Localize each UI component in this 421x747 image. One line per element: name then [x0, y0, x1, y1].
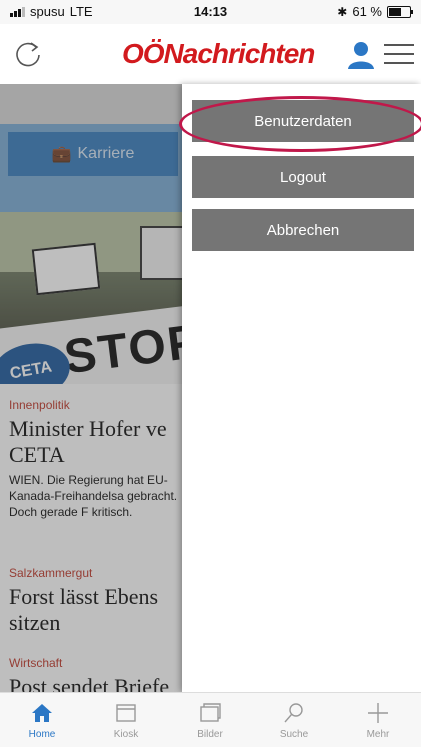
brand-logo[interactable]: OÖNachrichten	[122, 38, 315, 70]
kiosk-icon	[116, 704, 136, 722]
tab-bar: Home Kiosk Bilder Suche Mehr	[0, 692, 421, 747]
battery-level-fill	[389, 7, 402, 16]
abbrechen-button[interactable]: Abbrechen	[192, 209, 414, 251]
tab-label: Bilder	[197, 729, 223, 740]
logout-button[interactable]: Logout	[192, 156, 414, 198]
user-icon[interactable]	[346, 40, 376, 70]
user-menu-panel: Benutzerdaten Logout Abbrechen	[182, 84, 421, 692]
tab-label: Mehr	[366, 729, 390, 740]
app-header: OÖNachrichten	[0, 24, 421, 84]
tab-label: Kiosk	[113, 729, 139, 740]
status-right: ✱ 61 %	[337, 4, 413, 19]
plus-icon	[368, 703, 388, 723]
refresh-icon[interactable]	[12, 39, 44, 71]
tab-suche[interactable]: Suche	[252, 693, 336, 747]
battery-percent: 61 %	[352, 4, 382, 19]
gallery-icon	[200, 703, 221, 722]
battery-icon	[387, 5, 413, 18]
dim-overlay[interactable]	[0, 84, 182, 692]
tab-bilder[interactable]: Bilder	[168, 693, 252, 747]
search-icon	[284, 703, 303, 723]
tab-mehr[interactable]: Mehr	[336, 693, 420, 747]
tab-kiosk[interactable]: Kiosk	[84, 693, 168, 747]
hamburger-menu-icon[interactable]	[384, 44, 414, 66]
tab-label: Suche	[279, 729, 309, 740]
tab-label: Home	[28, 729, 56, 740]
home-icon	[32, 704, 52, 722]
tab-home[interactable]: Home	[0, 693, 84, 747]
highlight-circle	[179, 96, 421, 152]
bluetooth-icon: ✱	[337, 4, 348, 19]
status-bar: spusu LTE 14:13 ✱ 61 %	[0, 0, 421, 24]
